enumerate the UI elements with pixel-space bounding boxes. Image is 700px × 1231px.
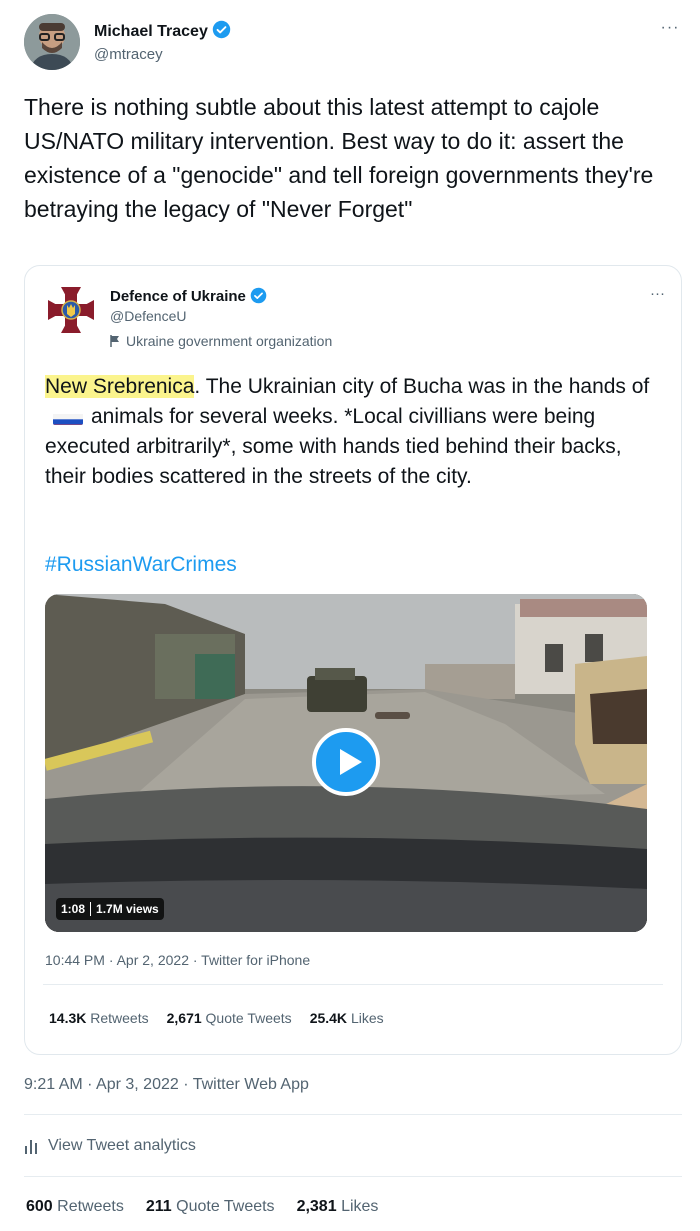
quote-tweets-link[interactable]: 211 Quote Tweets (146, 1198, 275, 1216)
org-label: Ukraine government organization (110, 333, 332, 349)
tweet-timestamp[interactable]: 9:21 AM · Apr 3, 2022 · Twitter Web App (24, 1076, 309, 1094)
divider (24, 1114, 682, 1115)
quoted-stats: 14.3K Retweets 2,671 Quote Tweets 25.4K … (49, 1010, 384, 1026)
tweet: Michael Tracey @mtracey ··· There is not… (0, 0, 700, 1231)
quoted-timestamp[interactable]: 10:44 PM · Apr 2, 2022 · Twitter for iPh… (45, 952, 310, 968)
highlighted-text: New Srebrenica (45, 375, 195, 398)
avatar[interactable] (24, 14, 80, 70)
quoted-quote-tweets-link[interactable]: 2,671 Quote Tweets (167, 1010, 292, 1026)
video-player[interactable]: 1:08 1.7M views (45, 594, 647, 932)
divider (24, 1176, 682, 1177)
likes-link[interactable]: 2,381 Likes (297, 1198, 379, 1216)
view-analytics-link[interactable]: View Tweet analytics (24, 1137, 196, 1155)
analytics-icon (25, 1140, 37, 1154)
retweets-link[interactable]: 600 Retweets (26, 1198, 124, 1216)
more-icon[interactable]: ··· (650, 284, 665, 304)
verified-badge-icon (212, 20, 231, 39)
tweet-text: There is nothing subtle about this lates… (24, 94, 654, 222)
tweet-stats: 600 Retweets 211 Quote Tweets 2,381 Like… (26, 1198, 378, 1216)
divider (43, 984, 663, 985)
quoted-retweets-link[interactable]: 14.3K Retweets (49, 1010, 149, 1026)
quoted-author-handle[interactable]: @DefenceU (110, 308, 186, 324)
more-icon[interactable]: ··· (658, 18, 682, 38)
video-metadata: 1:08 1.7M views (56, 898, 164, 920)
play-icon (340, 749, 362, 775)
quoted-author-name[interactable]: Defence of Ukraine (110, 287, 267, 305)
author-handle[interactable]: @mtracey (94, 46, 163, 63)
author-name[interactable]: Michael Tracey (94, 20, 231, 41)
video-views: 1.7M views (96, 902, 159, 916)
quoted-avatar[interactable] (45, 284, 97, 336)
quoted-tweet[interactable]: Defence of Ukraine @DefenceU Ukraine gov… (24, 265, 682, 1055)
video-duration: 1:08 (61, 902, 86, 916)
hashtag-link[interactable]: #RussianWarCrimes (45, 553, 237, 577)
quoted-likes-link[interactable]: 25.4K Likes (310, 1010, 384, 1026)
quoted-text: New Srebrenica. The Ukrainian city of Bu… (45, 375, 650, 488)
flag-icon (110, 335, 119, 347)
russia-flag-icon (53, 409, 83, 425)
play-button[interactable] (312, 728, 380, 796)
verified-badge-icon (250, 287, 267, 304)
